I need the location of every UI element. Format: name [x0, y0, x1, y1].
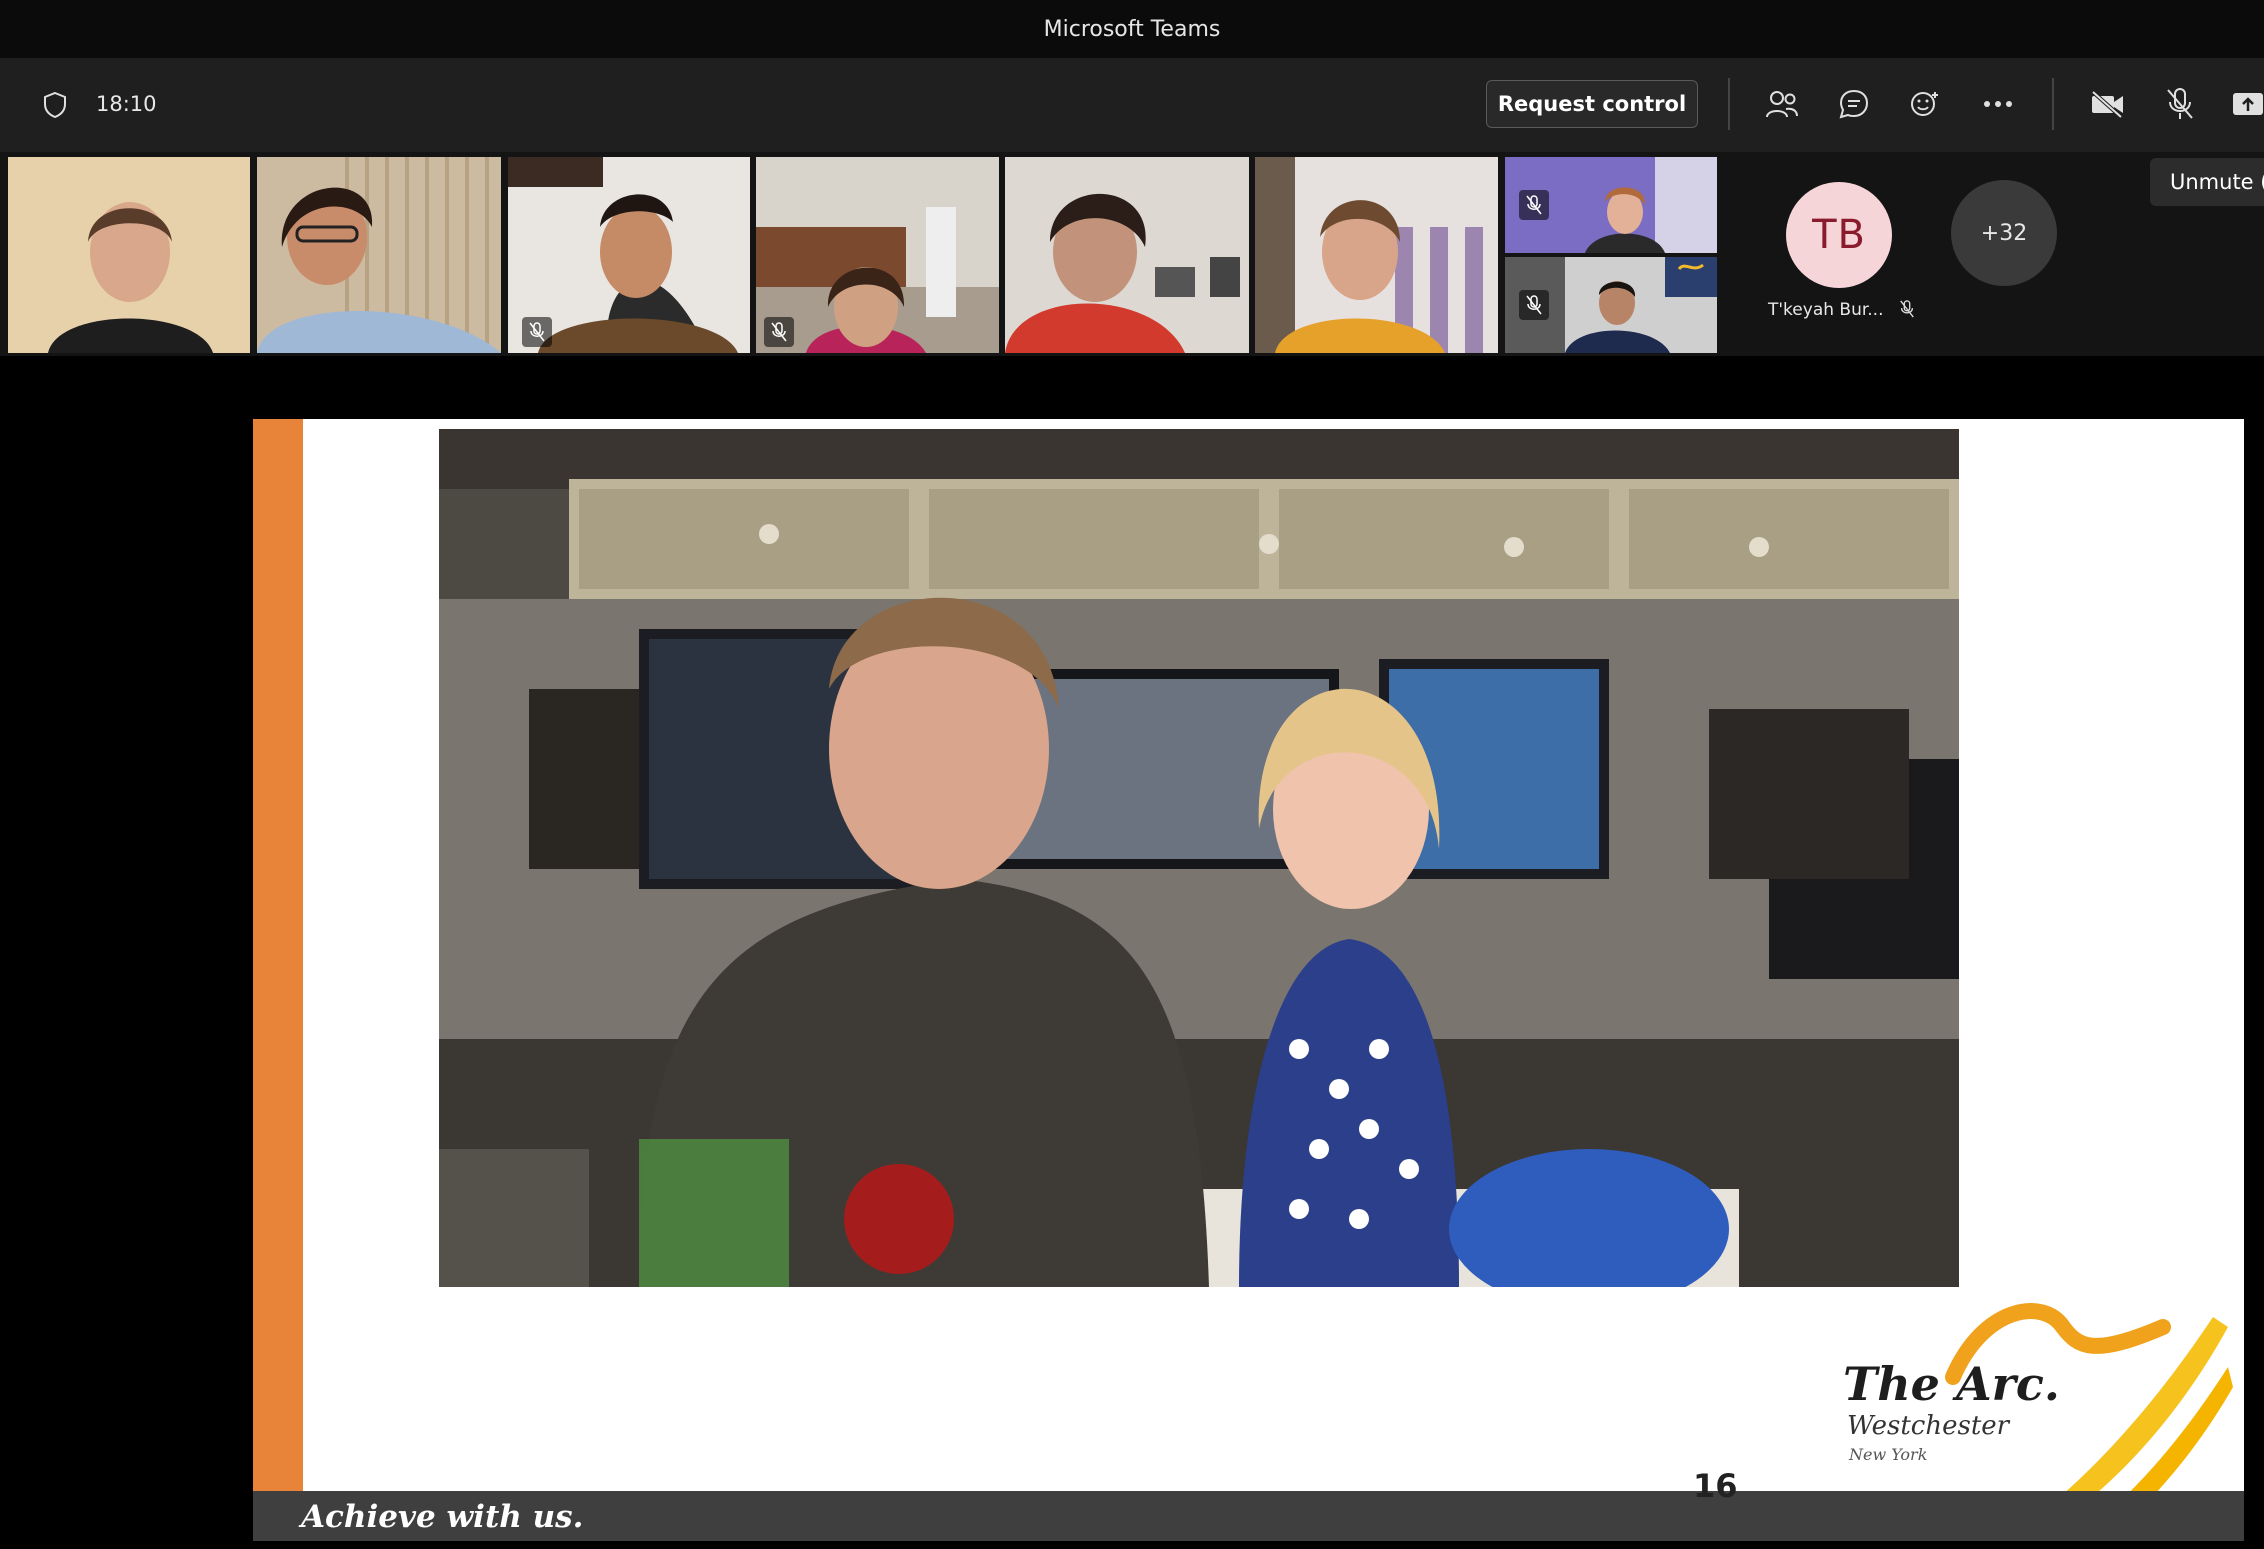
participant-tile[interactable]	[756, 157, 999, 353]
share-icon[interactable]	[2230, 82, 2264, 126]
window-title: Microsoft Teams	[1043, 17, 1221, 42]
avatar[interactable]: TB	[1786, 182, 1892, 288]
mic-off-icon	[522, 317, 552, 347]
more-participants-button[interactable]: +32	[1951, 180, 2057, 286]
request-control-button[interactable]: Request control	[1486, 80, 1698, 128]
slide-page-number: 16	[1693, 1467, 1738, 1505]
camera-off-icon[interactable]	[2086, 82, 2130, 126]
logo-title: The Arc.	[1843, 1357, 2060, 1411]
logo-subtitle: Westchester	[1847, 1411, 2010, 1441]
more-icon[interactable]	[1976, 82, 2020, 126]
mic-off-icon	[1519, 190, 1549, 220]
slide-tagline: Achieve with us.	[301, 1499, 584, 1535]
toolbar-divider	[1728, 78, 1730, 130]
people-icon[interactable]	[1760, 82, 1804, 126]
participant-video	[1255, 157, 1498, 353]
participant-video	[1005, 157, 1249, 353]
slide-accent-bar	[253, 419, 303, 1491]
toolbar-divider	[2052, 78, 2054, 130]
unmute-tooltip: Unmute (C	[2150, 158, 2264, 206]
participant-tile[interactable]	[8, 157, 250, 353]
participant-tile[interactable]	[1005, 157, 1249, 353]
participant-name: T'keyah Bur...	[1768, 300, 1915, 320]
meeting-timer: 18:10	[96, 92, 157, 116]
participant-video	[257, 157, 501, 353]
mic-off-icon[interactable]	[2158, 82, 2202, 126]
logo-location: New York	[1849, 1445, 1928, 1464]
participant-name-text: T'keyah Bur...	[1768, 300, 1884, 320]
participant-tile[interactable]	[508, 157, 750, 353]
shield-icon[interactable]	[42, 91, 68, 119]
slide-video[interactable]	[439, 429, 1959, 1287]
shared-content-stage: The Arc. Westchester New York Achieve wi…	[0, 356, 2264, 1549]
participant-tile[interactable]	[1505, 157, 1717, 253]
participant-strip: TB T'keyah Bur... +32	[0, 152, 2264, 356]
participant-video	[8, 157, 250, 353]
meeting-toolbar: 18:10 Request control	[0, 58, 2264, 152]
participant-tile[interactable]	[1505, 257, 1717, 353]
title-bar: Microsoft Teams	[0, 0, 2264, 58]
reactions-icon[interactable]	[1904, 82, 1948, 126]
presentation-slide: The Arc. Westchester New York Achieve wi…	[253, 419, 2244, 1541]
participant-tile[interactable]	[257, 157, 501, 353]
mic-off-icon	[764, 317, 794, 347]
mic-off-icon	[1900, 300, 1914, 318]
chat-icon[interactable]	[1832, 82, 1876, 126]
mic-off-icon	[1519, 290, 1549, 320]
participant-tile[interactable]	[1255, 157, 1498, 353]
